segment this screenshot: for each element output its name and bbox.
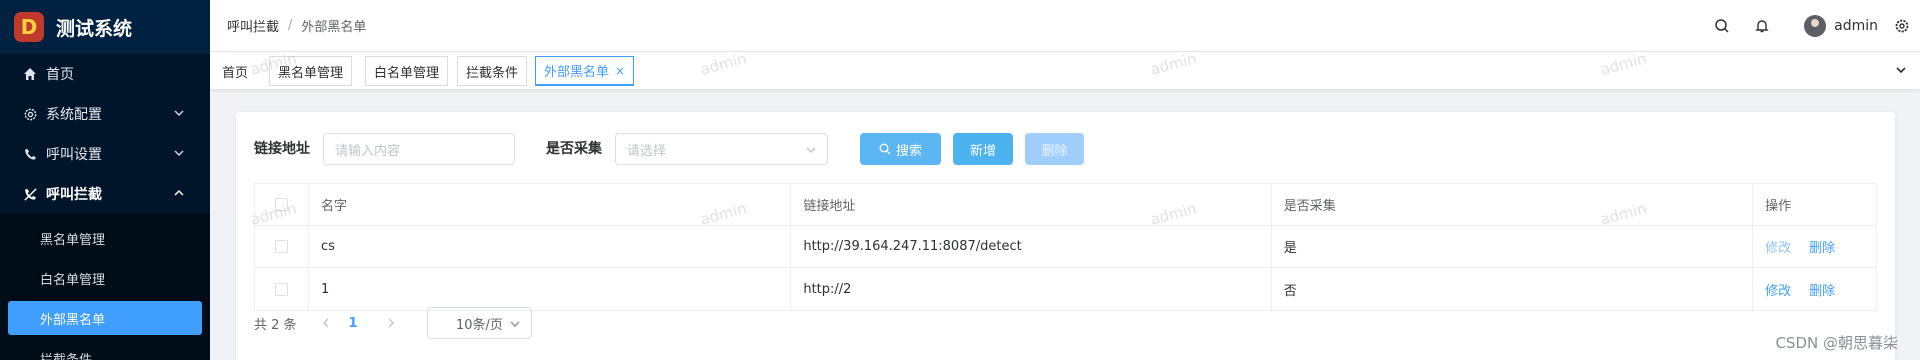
tab-home[interactable]: 首页 <box>218 56 257 86</box>
tab-label: 外部黑名单 <box>544 65 610 80</box>
sidebar-item-blacklist[interactable]: 黑名单管理 <box>0 218 210 258</box>
select-all-checkbox[interactable] <box>274 198 288 211</box>
prev-page-icon[interactable] <box>319 316 333 330</box>
sidebar-item-label: 呼叫设置 <box>46 147 102 163</box>
page-size-value: 10条/页 <box>456 317 503 333</box>
edit-link[interactable]: 修改 <box>1765 280 1791 299</box>
search-button-label: 搜索 <box>895 143 922 159</box>
select-all-cell <box>255 184 309 225</box>
chevron-down-icon <box>509 318 521 334</box>
avatar[interactable] <box>1804 15 1827 37</box>
select-placeholder: 请选择 <box>627 143 667 159</box>
bell-icon[interactable] <box>1752 16 1772 36</box>
breadcrumb-separator: / <box>288 18 293 33</box>
cell-url: http://39.164.247.11:8087/detect <box>791 226 1272 267</box>
search-icon <box>879 143 891 155</box>
sidebar-item-label: 首页 <box>46 67 74 83</box>
header-actions: admin <box>1712 0 1920 52</box>
close-icon[interactable]: × <box>615 64 625 78</box>
chevron-down-icon[interactable] <box>1894 63 1910 79</box>
input-placeholder: 请输入内容 <box>335 143 401 159</box>
submenu-call-intercept: 黑名单管理 白名单管理 外部黑名单 拦截条件 <box>0 214 210 360</box>
sidebar-item-system-config[interactable]: 系统配置 <box>0 94 210 134</box>
phone-icon <box>22 146 38 162</box>
sidebar-item-label: 呼叫拦截 <box>46 187 102 203</box>
pagination: 共 2 条 1 <box>254 307 398 339</box>
cell-collect: 是 <box>1272 226 1754 267</box>
home-icon <box>22 66 38 82</box>
tab-external-blacklist[interactable]: 外部黑名单 × <box>535 56 635 86</box>
sidebar-item-label: 系统配置 <box>46 107 102 123</box>
row-select-cell <box>255 226 309 267</box>
cell-actions: 修改 删除 <box>1753 268 1876 310</box>
cell-name: 1 <box>309 268 792 310</box>
breadcrumb-item[interactable]: 呼叫拦截 <box>227 16 279 35</box>
tab-label: 白名单管理 <box>374 65 440 81</box>
chevron-down-icon <box>805 144 817 156</box>
app-logo[interactable]: D 测试系统 <box>0 0 210 54</box>
table-header-row: 名字 链接地址 是否采集 操作 <box>255 184 1876 226</box>
search-icon[interactable] <box>1712 16 1732 36</box>
edit-link[interactable]: 修改 <box>1765 237 1791 256</box>
sidebar-item-external-blacklist[interactable]: 外部黑名单 <box>8 301 202 335</box>
cell-name: cs <box>309 226 792 267</box>
data-table: 名字 链接地址 是否采集 操作 cs http://39.164.247.11:… <box>254 183 1877 311</box>
app-title: 测试系统 <box>56 17 133 40</box>
phone-blocked-icon <box>22 186 38 202</box>
row-checkbox[interactable] <box>274 282 288 296</box>
search-button[interactable]: 搜索 <box>860 133 941 165</box>
add-button[interactable]: 新增 <box>953 133 1013 165</box>
cell-url: http://2 <box>791 268 1272 310</box>
sidebar-item-whitelist[interactable]: 白名单管理 <box>0 258 210 298</box>
sidebar-item-call-settings[interactable]: 呼叫设置 <box>0 134 210 174</box>
collect-filter-label: 是否采集 <box>546 141 602 157</box>
delete-button[interactable]: 删除 <box>1025 133 1084 165</box>
sidebar-item-home[interactable]: 首页 <box>0 54 210 94</box>
column-header-collect: 是否采集 <box>1272 184 1754 225</box>
top-header: 呼叫拦截 / 外部黑名单 admin <box>210 0 1920 52</box>
pagination-total: 共 2 条 <box>254 317 297 333</box>
add-button-label: 新增 <box>969 143 996 159</box>
footer-credit: CSDN @朝思暮柒 <box>1775 334 1898 352</box>
next-page-icon[interactable] <box>384 316 398 330</box>
tab-whitelist[interactable]: 白名单管理 <box>365 56 449 86</box>
gear-icon[interactable] <box>1892 16 1912 36</box>
breadcrumb: 呼叫拦截 / 外部黑名单 <box>227 16 366 35</box>
tab-label: 首页 <box>222 65 249 81</box>
column-header-url: 链接地址 <box>791 184 1272 225</box>
table-row: cs http://39.164.247.11:8087/detect 是 修改… <box>255 226 1876 268</box>
link-filter-label: 链接地址 <box>254 141 310 157</box>
gear-icon <box>22 106 38 122</box>
tags-view-bar: 首页 黑名单管理 白名单管理 拦截条件 外部黑名单 × <box>210 52 1920 90</box>
chevron-down-icon <box>172 146 188 162</box>
table-row: 1 http://2 否 修改 删除 <box>255 268 1876 310</box>
page-number-current[interactable]: 1 <box>349 316 358 331</box>
sidebar-item-call-intercept[interactable]: 呼叫拦截 <box>0 174 210 214</box>
column-header-actions: 操作 <box>1765 199 1792 214</box>
tab-label: 黑名单管理 <box>278 65 344 81</box>
link-input[interactable]: 请输入内容 <box>323 133 515 165</box>
breadcrumb-current: 外部黑名单 <box>301 20 367 35</box>
cell-collect: 否 <box>1272 268 1754 310</box>
cell-actions: 修改 删除 <box>1753 226 1876 267</box>
row-select-cell <box>255 268 309 310</box>
tab-label: 拦截条件 <box>466 65 519 81</box>
tab-intercept-conditions[interactable]: 拦截条件 <box>457 56 528 86</box>
main-card: 链接地址 请输入内容 是否采集 请选择 搜索 新增 删除 名字 链接地址 是否采… <box>236 112 1895 360</box>
sidebar-item-intercept-conditions[interactable]: 拦截条件 <box>0 338 210 360</box>
sidebar: D 测试系统 首页 系统配置 呼叫设置 呼叫拦截 黑名单管理 白名单管理 外部黑… <box>0 0 210 360</box>
logo-icon: D <box>14 12 44 42</box>
delete-link[interactable]: 删除 <box>1809 237 1835 256</box>
delete-link[interactable]: 删除 <box>1809 280 1835 299</box>
tab-blacklist[interactable]: 黑名单管理 <box>269 56 353 86</box>
user-name[interactable]: admin <box>1834 18 1878 34</box>
chevron-down-icon <box>172 106 188 122</box>
delete-button-label: 删除 <box>1041 143 1068 159</box>
column-header-name: 名字 <box>309 184 792 225</box>
row-checkbox[interactable] <box>274 240 288 253</box>
collect-select[interactable]: 请选择 <box>615 133 828 165</box>
chevron-up-icon <box>172 186 188 202</box>
page-size-select[interactable]: 10条/页 <box>427 307 532 339</box>
